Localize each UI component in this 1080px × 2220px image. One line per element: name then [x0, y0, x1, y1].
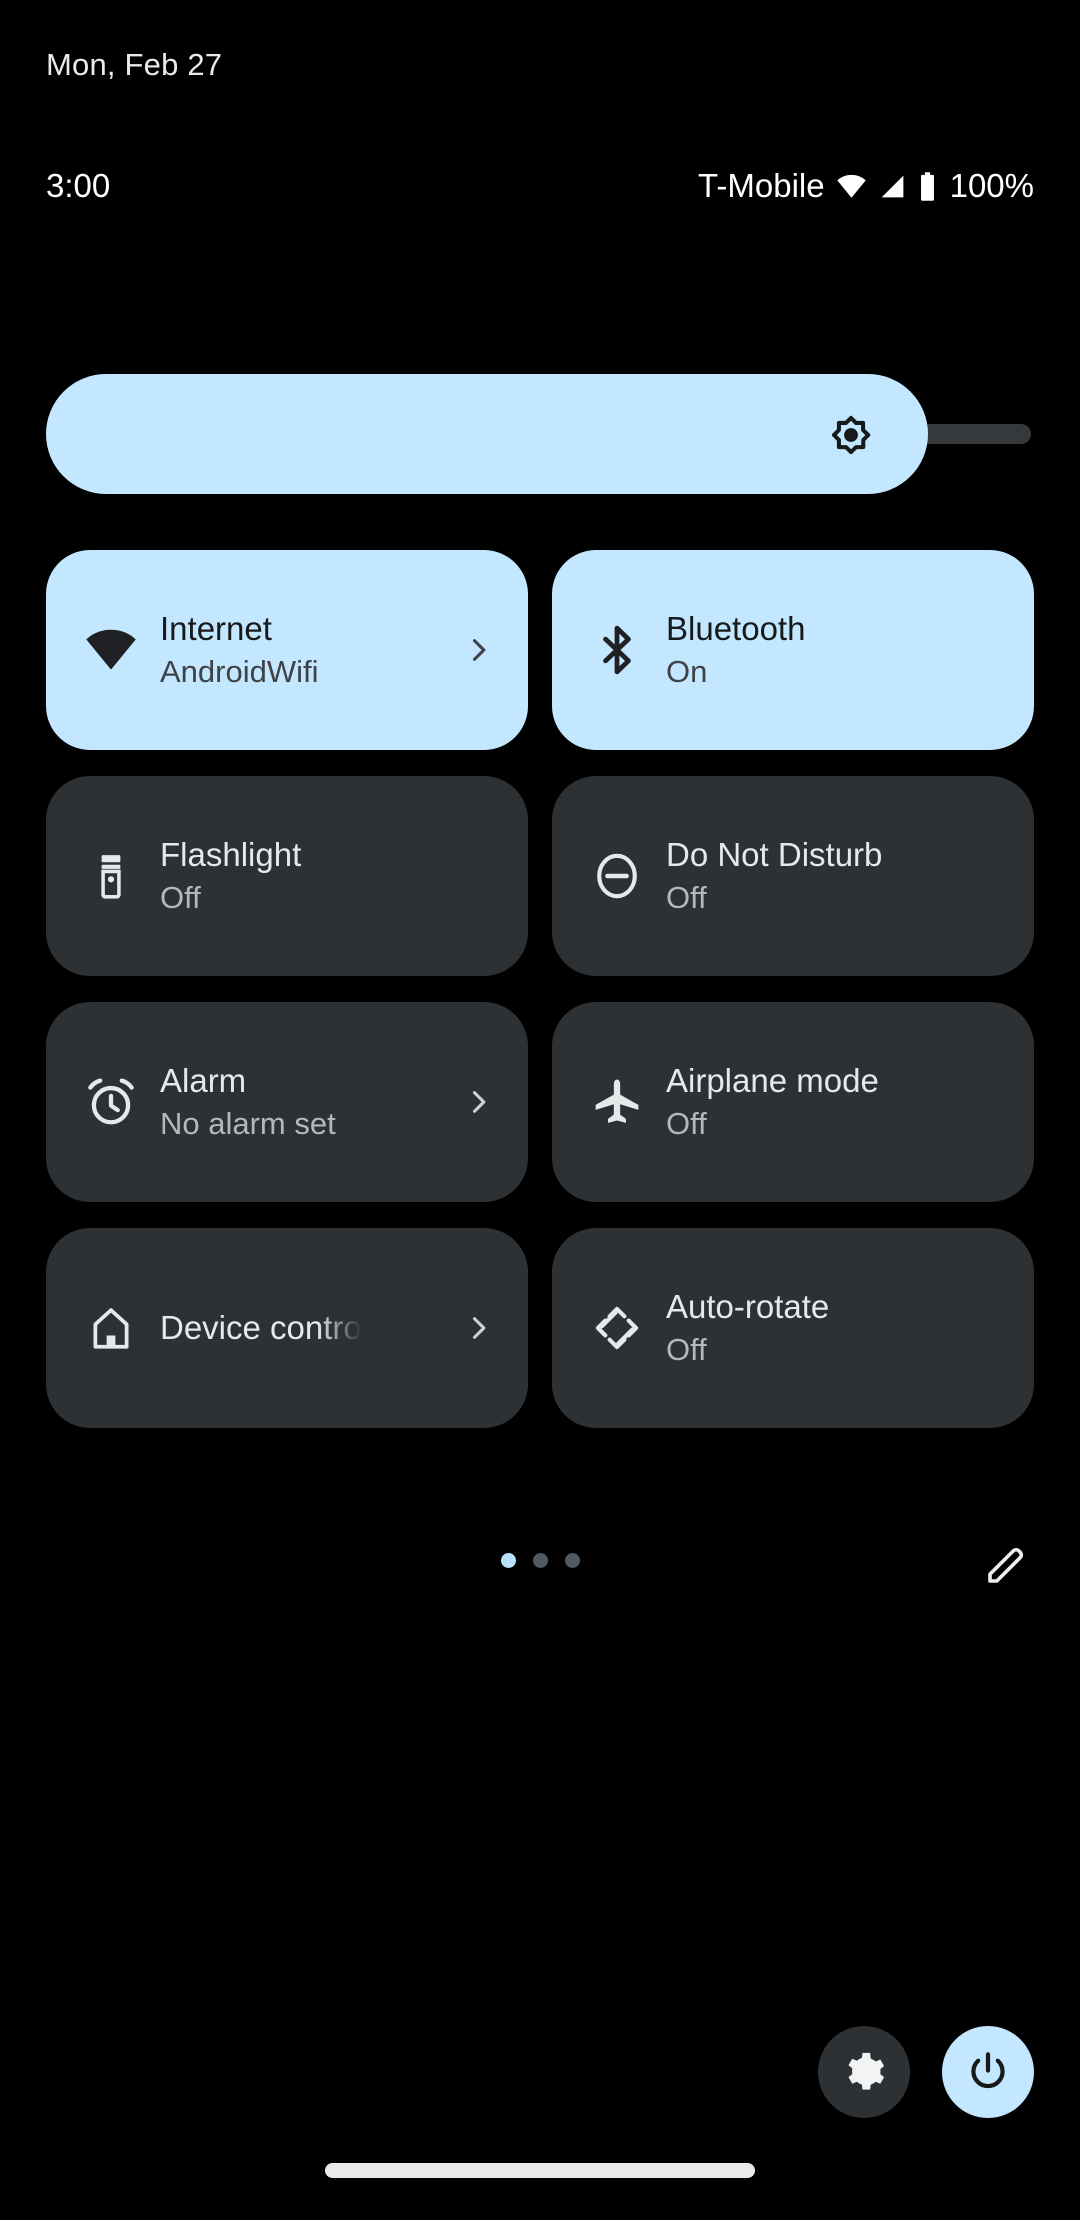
- do-not-disturb-icon: [586, 850, 648, 902]
- tile-title: Internet: [160, 609, 272, 647]
- tile-title: Alarm: [160, 1061, 247, 1099]
- date-text: Mon, Feb 27: [46, 47, 223, 82]
- chevron-right-icon[interactable]: [464, 1314, 492, 1342]
- tile-flashlight-text: Flashlight Off: [160, 835, 301, 917]
- bluetooth-icon: [586, 625, 648, 675]
- tile-internet-text: Internet AndroidWifi: [160, 609, 319, 691]
- tile-alarm-text: Alarm No alarm set: [160, 1061, 336, 1143]
- tile-subtitle: On: [666, 654, 708, 690]
- page-dot-3[interactable]: [564, 1553, 580, 1568]
- battery-icon: [920, 171, 934, 201]
- signal-icon: [881, 175, 903, 197]
- tile-alarm[interactable]: Alarm No alarm set: [46, 1002, 528, 1202]
- page-indicator[interactable]: [0, 1553, 1080, 1568]
- tile-title: Device contro: [160, 1308, 362, 1346]
- tile-title: Auto-rotate: [666, 1287, 830, 1325]
- tile-bluetooth[interactable]: Bluetooth On: [552, 550, 1034, 750]
- airplane-icon: [586, 1075, 648, 1129]
- page-dot-1[interactable]: [500, 1553, 516, 1568]
- power-button[interactable]: [942, 2026, 1034, 2118]
- chevron-right-icon[interactable]: [464, 1088, 492, 1116]
- tile-do-not-disturb-text: Do Not Disturb Off: [666, 835, 882, 917]
- tile-auto-rotate-text: Auto-rotate Off: [666, 1287, 829, 1369]
- tile-auto-rotate[interactable]: Auto-rotate Off: [552, 1228, 1034, 1428]
- flashlight-icon: [80, 851, 142, 901]
- brightness-slider[interactable]: [46, 374, 1034, 494]
- bottom-button-row: [818, 2026, 1034, 2118]
- brightness-icon: [831, 415, 871, 455]
- tile-title: Do Not Disturb: [666, 835, 883, 873]
- wifi-icon: [80, 623, 142, 677]
- tile-subtitle: AndroidWifi: [160, 654, 319, 690]
- pencil-icon[interactable]: [982, 1540, 1030, 1588]
- quick-settings-tiles: Internet AndroidWifi Bluetooth On Flashl…: [46, 550, 1034, 1428]
- tile-subtitle: Off: [666, 880, 707, 916]
- tile-internet[interactable]: Internet AndroidWifi: [46, 550, 528, 750]
- brightness-fill[interactable]: [46, 374, 928, 494]
- gear-icon: [848, 2052, 885, 2090]
- carrier-label: T-Mobile: [698, 167, 825, 204]
- tile-title: Bluetooth: [666, 609, 806, 647]
- status-indicators: T-Mobile 100%: [698, 167, 1034, 205]
- tile-subtitle: Off: [666, 1332, 707, 1368]
- quick-settings-panel: Mon, Feb 27 3:00 T-Mobile 100% Internet …: [0, 0, 1080, 2220]
- tile-device-controls-text: Device contro: [160, 1308, 362, 1348]
- home-gesture-pill[interactable]: [325, 2163, 755, 2178]
- tile-subtitle: No alarm set: [160, 1106, 336, 1142]
- status-time: 3:00: [46, 167, 111, 204]
- tile-subtitle: Off: [666, 1106, 707, 1142]
- battery-percent: 100%: [949, 167, 1034, 204]
- tile-device-controls[interactable]: Device contro: [46, 1228, 528, 1428]
- power-icon: [971, 2052, 1005, 2089]
- tile-do-not-disturb[interactable]: Do Not Disturb Off: [552, 776, 1034, 976]
- tile-title: Airplane mode: [666, 1061, 879, 1099]
- tile-flashlight[interactable]: Flashlight Off: [46, 776, 528, 976]
- tile-airplane-mode[interactable]: Airplane mode Off: [552, 1002, 1034, 1202]
- tile-title: Flashlight: [160, 835, 302, 873]
- tile-subtitle: Off: [160, 880, 201, 916]
- auto-rotate-icon: [586, 1302, 648, 1354]
- tile-bluetooth-text: Bluetooth On: [666, 609, 805, 691]
- status-bar: 3:00 T-Mobile 100%: [46, 163, 1034, 209]
- alarm-clock-icon: [80, 1075, 142, 1129]
- chevron-right-icon[interactable]: [464, 636, 492, 664]
- wifi-icon: [836, 174, 866, 198]
- tile-airplane-mode-text: Airplane mode Off: [666, 1061, 879, 1143]
- date-row: Mon, Feb 27: [46, 47, 222, 83]
- home-icon: [80, 1303, 142, 1353]
- page-dot-2[interactable]: [532, 1553, 548, 1568]
- settings-button[interactable]: [818, 2026, 910, 2118]
